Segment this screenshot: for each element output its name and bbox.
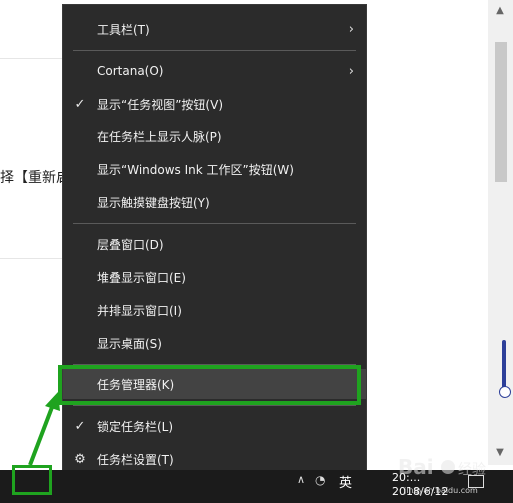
annotation-arrow-icon — [28, 392, 60, 466]
